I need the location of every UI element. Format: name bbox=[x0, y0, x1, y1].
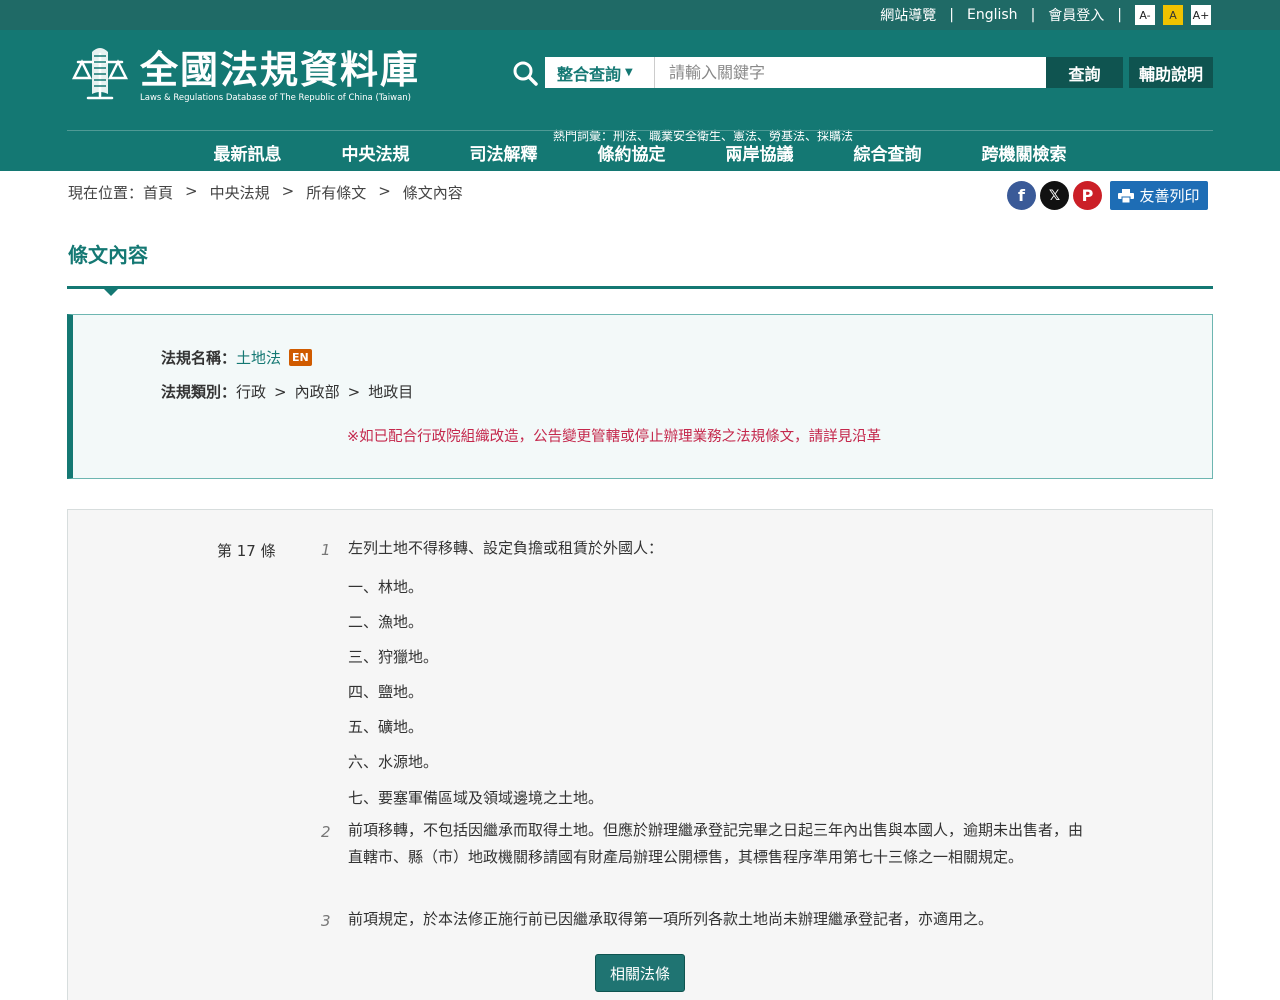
title-arrow bbox=[103, 288, 119, 296]
english-version-badge[interactable]: EN bbox=[289, 349, 312, 366]
nav-treaties[interactable]: 條約協定 bbox=[598, 140, 666, 165]
divider: | bbox=[1117, 7, 1122, 23]
site-logo[interactable]: 全國法規資料庫 Laws & Regulations Database of T… bbox=[68, 46, 420, 104]
site-subtitle: Laws & Regulations Database of The Repub… bbox=[140, 93, 411, 103]
share-bar: f 𝕏 P LINE 友善列印 bbox=[1007, 181, 1208, 210]
font-small-button[interactable]: A- bbox=[1135, 5, 1155, 25]
list-item: 六、水源地。 bbox=[348, 753, 439, 771]
site-header: 全國法規資料庫 Laws & Regulations Database of T… bbox=[0, 30, 1280, 171]
page-title-bar: 條文內容 bbox=[67, 229, 1213, 296]
page-title: 條文內容 bbox=[68, 243, 148, 267]
nav-divider bbox=[67, 130, 1213, 131]
print-button[interactable]: 友善列印 bbox=[1110, 181, 1208, 210]
list-item: 三、狩獵地。 bbox=[348, 648, 439, 666]
category-sep: > bbox=[347, 382, 361, 401]
print-label: 友善列印 bbox=[1139, 187, 1200, 205]
breadcrumb-current: 條文內容 bbox=[402, 184, 463, 202]
utility-bar: 網站導覽 | English | 會員登入 | A- A A+ bbox=[0, 0, 1280, 30]
font-large-button[interactable]: A+ bbox=[1191, 5, 1211, 25]
sitemap-link[interactable]: 網站導覽 bbox=[880, 5, 936, 25]
printer-icon bbox=[1118, 188, 1135, 203]
list-item: 一、林地。 bbox=[348, 578, 424, 596]
law-category-item: 內政部 bbox=[294, 383, 340, 401]
breadcrumb-central[interactable]: 中央法規 bbox=[210, 182, 270, 203]
nav-cross-strait[interactable]: 兩岸協議 bbox=[726, 140, 794, 165]
search-bar: 整合查詢 ▼ 查詢 輔助說明 bbox=[512, 57, 1213, 88]
paragraph-number: 2 bbox=[321, 823, 331, 841]
category-sep: > bbox=[274, 382, 287, 401]
search-input[interactable] bbox=[655, 57, 1046, 88]
scales-of-justice-icon bbox=[71, 48, 129, 100]
list-item: 四、鹽地。 bbox=[348, 683, 424, 701]
main-nav: 最新訊息 中央法規 司法解釋 條約協定 兩岸協議 綜合查詢 跨機關檢索 bbox=[0, 140, 1280, 165]
english-link[interactable]: English bbox=[967, 7, 1018, 23]
nav-integrated-search[interactable]: 綜合查詢 bbox=[854, 140, 922, 165]
search-submit-button[interactable]: 查詢 bbox=[1046, 57, 1123, 88]
law-name-row: 法規名稱： 土地法 EN bbox=[161, 347, 312, 368]
search-icon bbox=[513, 61, 538, 86]
breadcrumb-all-articles[interactable]: 所有條文 bbox=[306, 182, 366, 203]
font-normal-button[interactable]: A bbox=[1163, 5, 1183, 25]
nav-cross-agency-search[interactable]: 跨機關檢索 bbox=[982, 140, 1067, 165]
law-category-item: 地政目 bbox=[368, 383, 414, 401]
x-icon[interactable]: 𝕏 bbox=[1040, 181, 1069, 210]
paragraph-text: 前項移轉，不包括因繼承而取得土地。但應於辦理繼承登記完畢之日起三年內出售與本國人… bbox=[348, 821, 1084, 866]
search-scope-select[interactable]: 整合查詢 ▼ bbox=[545, 57, 655, 88]
breadcrumb-prefix: 現在位置： bbox=[68, 184, 144, 202]
paragraph-number: 1 bbox=[321, 541, 331, 559]
law-name-link[interactable]: 土地法 bbox=[236, 347, 281, 368]
nav-central-regulations[interactable]: 中央法規 bbox=[342, 140, 410, 165]
breadcrumb-row: 現在位置： 首頁 > 中央法規 > 所有條文 > 條文內容 f 𝕏 P LINE… bbox=[0, 171, 1280, 221]
paragraph-text: 前項規定，於本法修正施行前已因繼承取得第一項所列各款土地尚未辦理繼承登記者，亦適… bbox=[348, 910, 994, 928]
divider: | bbox=[1030, 7, 1036, 23]
law-category-label: 法規類別： bbox=[161, 383, 237, 401]
related-articles-button[interactable]: 相關法條 bbox=[595, 954, 685, 992]
nav-judicial-interpretation[interactable]: 司法解釋 bbox=[470, 140, 538, 165]
search-scope-label: 整合查詢 bbox=[557, 64, 622, 84]
site-title: 全國法規資料庫 bbox=[140, 48, 421, 92]
nav-news[interactable]: 最新訊息 bbox=[214, 140, 282, 165]
law-name-label: 法規名稱： bbox=[161, 349, 237, 367]
law-category-row: 法規類別： 行政 > 內政部 > 地政目 bbox=[161, 381, 413, 402]
paragraph-number: 3 bbox=[321, 912, 331, 930]
login-link[interactable]: 會員登入 bbox=[1048, 5, 1104, 25]
law-info-box: 法規名稱： 土地法 EN 法規類別： 行政 > 內政部 > 地政目 ※如已配合行… bbox=[67, 314, 1213, 479]
breadcrumb-sep: > bbox=[185, 182, 198, 200]
list-item: 七、要塞軍備區域及領域邊境之土地。 bbox=[348, 789, 604, 807]
org-change-notice[interactable]: ※如已配合行政院組織改造，公告變更管轄或停止辦理業務之法規條文，請詳見沿革 bbox=[347, 425, 881, 446]
law-category-item: 行政 bbox=[236, 383, 267, 401]
divider: | bbox=[949, 7, 954, 23]
facebook-icon[interactable]: f bbox=[1007, 181, 1036, 210]
breadcrumb-home[interactable]: 首頁 bbox=[143, 182, 173, 203]
article-box: 第 17 條 1 左列土地不得移轉、設定負擔或租賃於外國人： 一、林地。 二、漁… bbox=[67, 509, 1213, 1000]
list-item: 二、漁地。 bbox=[348, 613, 424, 631]
article-number: 第 17 條 bbox=[217, 542, 276, 560]
breadcrumb: 現在位置： 首頁 > 中央法規 > 所有條文 > 條文內容 bbox=[68, 182, 463, 203]
paragraph-text: 左列土地不得移轉、設定負擔或租賃於外國人： bbox=[348, 539, 664, 557]
plurk-icon[interactable]: P bbox=[1073, 181, 1102, 210]
help-button[interactable]: 輔助說明 bbox=[1129, 57, 1213, 88]
caret-down-icon: ▼ bbox=[625, 67, 633, 78]
list-item: 五、礦地。 bbox=[348, 718, 424, 736]
breadcrumb-sep: > bbox=[378, 182, 391, 200]
breadcrumb-sep: > bbox=[281, 182, 295, 200]
